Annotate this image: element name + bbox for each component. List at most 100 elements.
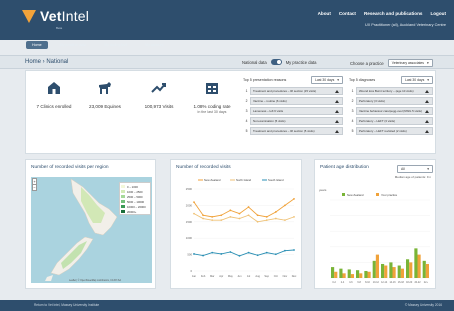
tab-my-practice-data[interactable]: My practice data <box>54 41 92 49</box>
tab-my-account[interactable]: My account <box>139 41 169 49</box>
practice-chooser: Choose a practice Veterinary associates … <box>350 59 433 67</box>
data-point <box>238 212 241 215</box>
nav-logout[interactable]: Logout <box>430 11 446 16</box>
arrow-up-icon <box>335 129 339 133</box>
list-item[interactable]: 4 Perforatory – LEFT (3 visits) <box>349 116 433 125</box>
bar <box>409 262 413 278</box>
kpi-clinics: 7 Clinics enrolled <box>31 81 77 109</box>
list-item[interactable]: 1 Wound loss Burnt territory – (age 10 vi… <box>349 86 433 95</box>
chevron-down-icon: ▾ <box>337 78 339 82</box>
data-point <box>284 204 286 207</box>
data-point <box>293 197 295 200</box>
arrow-up-icon <box>335 109 339 113</box>
x-tick-label: Jan <box>192 274 197 278</box>
top-nav: About Contact Research and publications … <box>318 11 446 16</box>
breadcrumb: Home › National <box>25 59 69 65</box>
list-item[interactable]: 3 Vaccine behaviour care/pegg-ovel (NWG 5… <box>349 106 433 115</box>
data-point <box>220 214 223 217</box>
list-item[interactable]: 2 Perforatory (3 visits) <box>349 96 433 105</box>
list-item-label: Vaccine – routine (6 visits) <box>253 98 287 103</box>
list-item[interactable]: 4 Not examination (5 visits) <box>243 116 343 125</box>
legend-swatch <box>376 193 379 196</box>
data-point <box>202 254 204 257</box>
x-tick-label: 0-2 <box>332 281 336 284</box>
bar <box>397 265 401 278</box>
toggle-knob <box>276 60 281 64</box>
age-filter-select[interactable]: All ▾ <box>397 165 433 173</box>
x-tick-label: Aug <box>255 274 260 278</box>
list-item[interactable]: 2 Vaccine – routine (6 visits) <box>243 96 343 105</box>
x-tick-label: Feb <box>201 274 206 278</box>
map-zoom-control[interactable]: + − <box>32 178 37 191</box>
kpi-sub: in the last 30 days <box>197 110 227 114</box>
data-point <box>284 249 286 252</box>
list-item[interactable]: 5 Perforatory – LEFT revisited (2 visits) <box>349 126 433 135</box>
toggle-left-label: National data <box>242 59 267 65</box>
legend-label: 1000 – 2500 <box>127 189 143 194</box>
list-item[interactable]: 3 Lameness – left 6 visits <box>243 106 343 115</box>
legend-label: Your practice <box>381 193 398 197</box>
top5-presentation-select[interactable]: Last 30 days ▾ <box>311 76 343 84</box>
list-item[interactable]: 1 Treatment and procedures – lift section… <box>243 86 343 95</box>
x-tick-label: 4-6 <box>349 281 353 284</box>
chevron-down-icon: ▾ <box>427 167 429 171</box>
footer-left[interactable]: Return to Vet Intel, Massey University I… <box>34 303 99 307</box>
list-item[interactable]: 5 Treatment and procedures – lift section… <box>243 126 343 135</box>
breadcrumb-bar: Home › National National data My practic… <box>0 55 454 69</box>
data-point <box>265 219 268 222</box>
x-tick-label: Apr <box>219 274 223 278</box>
top5-diagnoses-select[interactable]: Last 30 days ▾ <box>401 76 433 84</box>
data-point <box>265 251 268 254</box>
map-attribution: Leaflet | © OpenStreetMap contributors, … <box>69 279 121 282</box>
list-item-label: Treatment and procedures – lift section … <box>253 128 315 133</box>
tab-my-coding-tool[interactable]: My coding tool <box>98 41 133 49</box>
kpi-coding-rate: 1.08% coding rate in the last 30 days <box>189 81 235 114</box>
x-tick-label: 16-18 <box>398 281 405 284</box>
legend-label: North Island <box>236 178 252 182</box>
kpi-value: 7 Clinics enrolled <box>36 104 72 109</box>
bar <box>422 260 426 278</box>
bar <box>406 259 410 278</box>
data-point <box>284 219 286 222</box>
legend-label: 10000 – 20000 <box>127 204 146 209</box>
bar <box>359 273 363 278</box>
x-tick-label: Jul <box>247 274 251 278</box>
toggle-switch[interactable] <box>270 59 282 65</box>
x-tick-label: 22+ <box>424 281 429 284</box>
legend-label: 2500 – 5000 <box>127 194 143 199</box>
kpi-value: 100,973 Visits <box>144 104 174 109</box>
list-item-label: Wound loss Burnt territory – (age 10 vis… <box>359 88 414 93</box>
bar <box>342 273 346 278</box>
top5-presentation-title: Top 5 presentation reasons <box>243 78 287 82</box>
data-point <box>229 251 232 253</box>
zoom-in-icon[interactable]: + <box>33 179 36 184</box>
data-point <box>293 215 295 218</box>
kpi-panel: 7 Clinics enrolled 23,009 Equines 100,97… <box>25 70 436 154</box>
nav-contact[interactable]: Contact <box>339 11 356 16</box>
map-panel: Number of recorded visits per region Lea… <box>25 159 156 289</box>
zoom-out-icon[interactable]: − <box>33 184 36 190</box>
legend-label: 5000 – 10000 <box>127 199 145 204</box>
chevron-down-icon: ▾ <box>427 78 429 82</box>
calendar-icon <box>206 83 218 94</box>
data-point <box>211 219 214 222</box>
footer: Return to Vet Intel, Massey University I… <box>0 300 454 311</box>
tab-home[interactable]: Home <box>26 41 48 49</box>
list-item-label: Perforatory (3 visits) <box>359 98 385 103</box>
arrow-up-icon <box>425 119 429 123</box>
data-point <box>293 249 295 251</box>
clinic-icon <box>48 82 60 94</box>
practice-select[interactable]: Veterinary associates ▾ <box>387 59 433 67</box>
nav-research[interactable]: Research and publications <box>364 11 422 16</box>
practice-value: Veterinary associates <box>391 61 424 65</box>
brand-suffix: Intel <box>61 8 90 24</box>
data-point <box>220 253 223 255</box>
logo[interactable]: VetIntel <box>22 8 89 24</box>
user-line: UX Practitioner (all), Auckland Veterina… <box>364 23 446 27</box>
top-bar: VetIntel Beta About Contact Research and… <box>0 0 454 49</box>
top5-diagnoses-title: Top 5 diagnoses <box>349 78 376 82</box>
data-point <box>229 209 232 212</box>
legend-label: South Island <box>268 178 284 182</box>
practice-label: Choose a practice <box>350 60 384 66</box>
nav-about[interactable]: About <box>318 11 331 16</box>
